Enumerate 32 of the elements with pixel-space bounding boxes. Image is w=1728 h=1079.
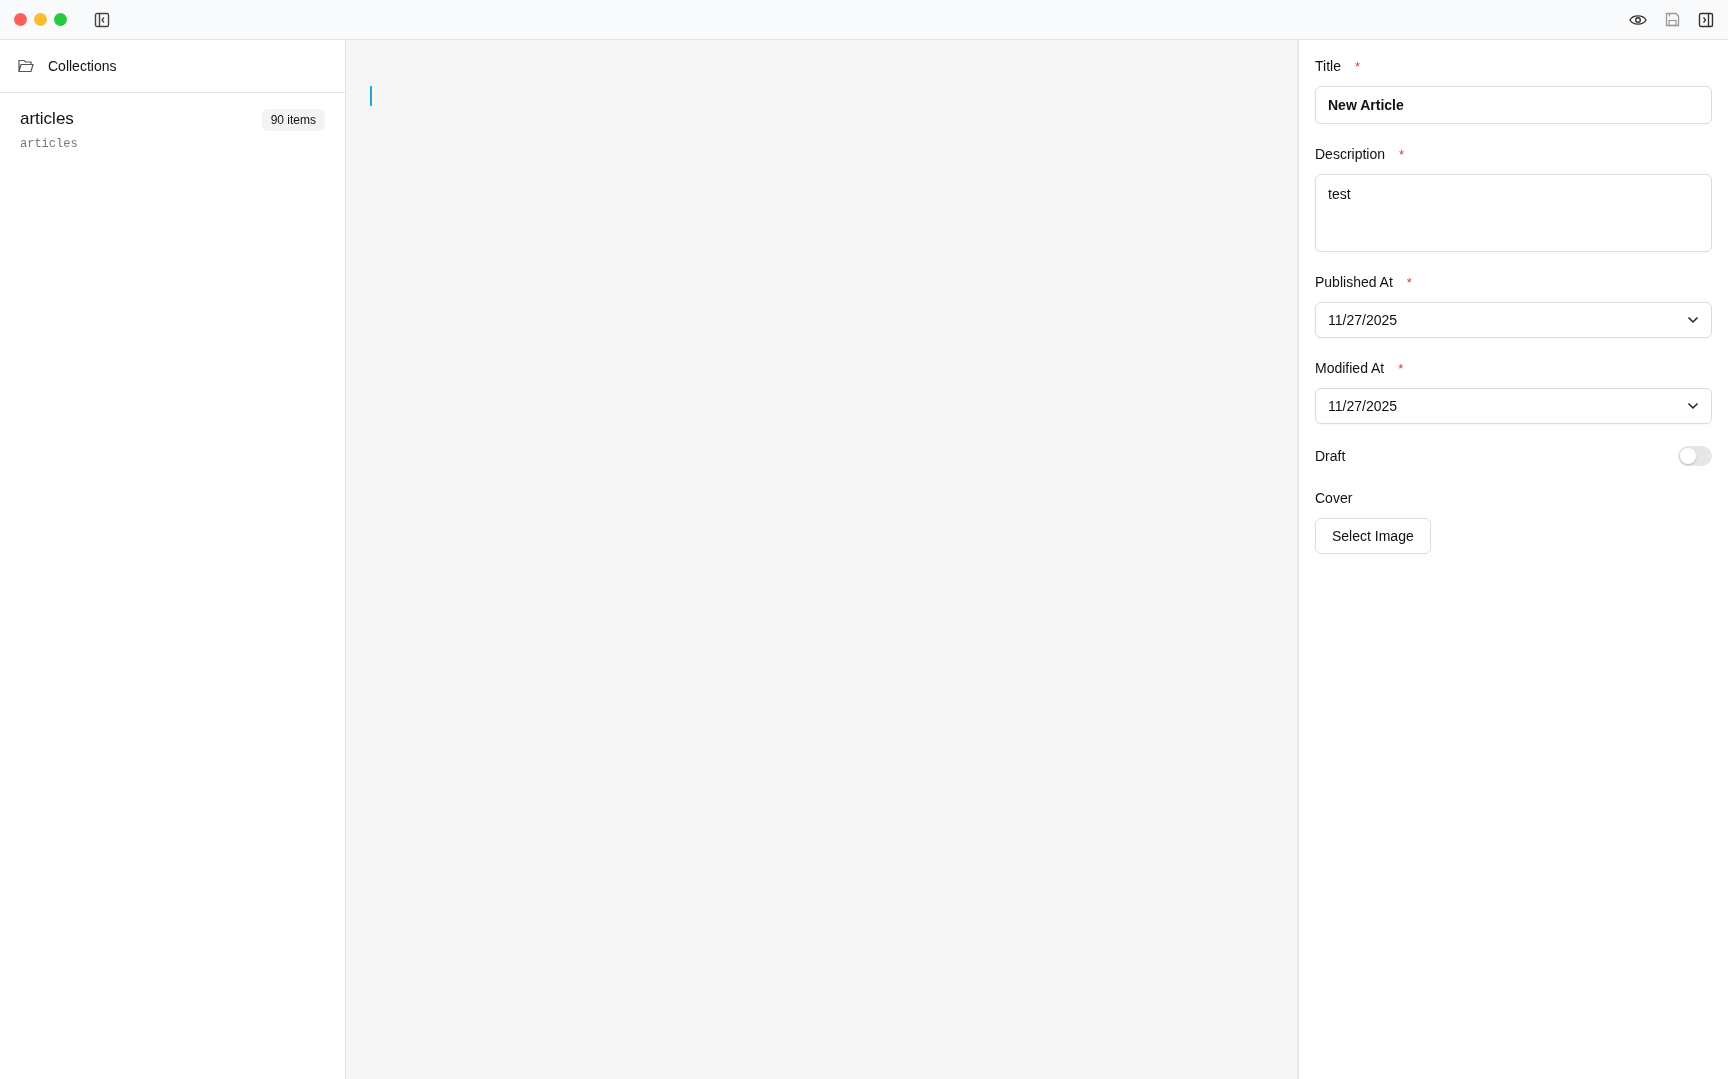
maximize-button[interactable] (54, 13, 67, 26)
eye-icon[interactable] (1629, 12, 1647, 27)
field-label: Draft (1315, 448, 1346, 464)
close-button[interactable] (14, 13, 27, 26)
chevron-down-icon (1687, 402, 1699, 410)
sidebar-toggle-icon[interactable] (94, 11, 110, 28)
required-mark: * (1398, 360, 1404, 376)
folder-icon (18, 59, 34, 73)
save-icon[interactable] (1665, 12, 1680, 27)
field-label: Cover (1315, 490, 1353, 506)
required-mark: * (1406, 274, 1412, 290)
text-cursor (370, 86, 372, 106)
field-label: Title (1315, 58, 1341, 74)
minimize-button[interactable] (34, 13, 47, 26)
field-label: Modified At (1315, 360, 1385, 376)
sidebar-title: Collections (48, 58, 117, 74)
collection-name: articles (20, 109, 75, 130)
select-image-button[interactable]: Select Image (1315, 518, 1431, 554)
title-input[interactable]: New Article (1315, 86, 1712, 124)
date-select[interactable]: 11/27/2025 (1315, 388, 1712, 424)
field-label: Published At (1315, 274, 1393, 290)
collection-slug: articles (20, 137, 79, 151)
required-mark: * (1399, 146, 1405, 162)
panel-toggle-icon[interactable] (1698, 11, 1714, 28)
draft-toggle[interactable] (1678, 446, 1712, 466)
required-mark: * (1354, 58, 1360, 74)
field-label: Description (1315, 146, 1386, 162)
chevron-down-icon (1687, 316, 1699, 324)
description-textarea[interactable]: test (1315, 174, 1712, 252)
item-count-badge: 90 items (261, 109, 325, 131)
date-select[interactable]: 11/27/2025 (1315, 302, 1712, 338)
collection-item[interactable]: articles 90 items articles (0, 93, 345, 161)
